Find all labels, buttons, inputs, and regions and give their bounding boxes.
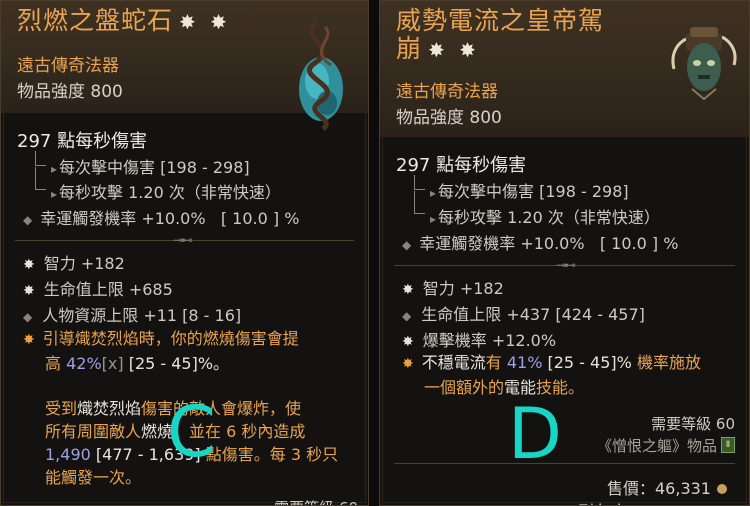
durability-partial: 耐久度：100/100 xyxy=(579,498,709,505)
item-image-mask-totem-icon xyxy=(671,27,737,101)
affix-text: 人物資源上限 +11 [8 - 16] xyxy=(42,306,242,325)
coin-icon xyxy=(717,484,727,494)
affix-row: ✸ 智力 +182 xyxy=(23,250,125,274)
sell-value: 售價：46,331 xyxy=(607,475,727,499)
star-bullet-icon: ✸ xyxy=(402,282,414,298)
aspect-text: 受到 xyxy=(45,399,78,418)
lucky-hit: ◆ 幸運觸發機率 +10.0% [ 10.0 ] % xyxy=(402,230,678,254)
affix-row: ✸ 智力 +182 xyxy=(402,275,504,299)
item-title: 烈燃之盤蛇石 ✸ ✸ xyxy=(17,7,288,36)
attacks-per-second-text: 每秒攻擊 1.20 次（非常快速） xyxy=(59,183,281,202)
aspect-range: [25 - 45]%。 xyxy=(123,354,230,373)
item-tooltip-c: 烈燃之盤蛇石 ✸ ✸ 遠古傳奇法器 物品強度 800 297 點每秒傷害 ▸ 每次擊… xyxy=(0,0,369,506)
item-power: 物品強度 800 xyxy=(396,108,502,128)
bullet-diamond-icon: ◆ xyxy=(402,238,412,252)
affix-row: ✸ 爆擊機率 +12.0% xyxy=(402,327,556,351)
item-name: 烈燃之盤蛇石 xyxy=(17,6,174,35)
affix-text: 生命值上限 +685 xyxy=(43,280,173,299)
aspect-text: 時，你的燃燒傷害會提 xyxy=(138,329,299,348)
star-bullet-icon: ✸ xyxy=(23,283,35,299)
aspect-text: 能觸發一次。 xyxy=(45,468,142,487)
divider xyxy=(394,463,735,464)
required-level: 需要等級 60 xyxy=(651,415,735,433)
aspect-text: 有 xyxy=(485,353,507,372)
lucky-hit: ◆ 幸運觸發機率 +10.0% [ 10.0 ] % xyxy=(23,205,299,229)
aspect-text: 一個額外的 xyxy=(424,378,505,397)
arrow-icon: ▸ xyxy=(51,162,58,176)
lucky-hit-range: [ 10.0 ] % xyxy=(599,234,679,253)
item-type: 遠古傳奇法器 xyxy=(396,82,498,102)
aspect-range: [25 - 45]% xyxy=(542,353,637,372)
affix-row: ◆ 生命值上限 +437 [424 - 457] xyxy=(402,301,645,325)
aspect-text: 所有周圍敵人 xyxy=(45,422,142,441)
affix-text: 爆擊機率 +12.0% xyxy=(422,331,557,350)
tree-line xyxy=(414,191,425,214)
aspect-text: 機率施放 xyxy=(636,353,701,372)
item-source: 《憎恨之軀》物品 xyxy=(596,437,717,455)
dps-value: 297 點每秒傷害 xyxy=(396,155,527,176)
bullet-diamond-icon: ◆ xyxy=(23,310,33,324)
affix-row: ◆ 人物資源上限 +11 [8 - 16] xyxy=(23,302,241,326)
aspect-value: 1,490 xyxy=(45,445,91,464)
aspect-skill: 熾焚烈焰 xyxy=(74,329,139,348)
tree-line xyxy=(35,151,46,166)
item-type: 遠古傳奇法器 xyxy=(17,56,119,76)
attacks-per-second-text: 每秒攻擊 1.20 次（非常快速） xyxy=(438,208,660,227)
attacks-per-second: ▸ 每秒攻擊 1.20 次（非常快速） xyxy=(51,179,281,203)
item-image-serpent-stone-icon xyxy=(299,20,343,131)
item-tooltip-d: 威勢電流之皇帝駕 崩 ✸ ✸ 遠古傳奇法器 物品強度 800 297 點每秒傷害 … xyxy=(379,0,750,506)
aspect-value: 41% xyxy=(506,353,543,372)
dps-value: 297 點每秒傷害 xyxy=(17,131,148,152)
sell-value-text: 售價：46,331 xyxy=(607,479,711,498)
arrow-icon: ▸ xyxy=(51,187,58,201)
item-name-line1: 威勢電流之皇帝駕 xyxy=(396,6,605,35)
required-level-partial: 需要等級 60 xyxy=(274,497,358,505)
aspect-text: 高 xyxy=(45,354,67,373)
divider-ornament-icon: ⊸⊷ xyxy=(556,258,576,272)
damage-per-hit-text: 每次擊中傷害 [198 - 298] xyxy=(59,158,250,177)
star-icon: ✸ ✸ xyxy=(179,10,231,34)
aspect-skill: 不穩電流 xyxy=(421,353,486,372)
aspect-text: 傷害的敵人會爆炸，使 xyxy=(141,399,302,418)
legendary-aspect: ✸ 引導熾焚烈焰時，你的燃燒傷害會提 高 42%[x] [25 - 45]%。 xyxy=(23,327,363,375)
damage-per-hit-text: 每次擊中傷害 [198 - 298] xyxy=(438,182,629,201)
attacks-per-second: ▸ 每秒攻擊 1.20 次（非常快速） xyxy=(430,204,660,228)
lucky-hit-range: [ 10.0 ] % xyxy=(220,209,300,228)
star-bullet-icon: ✸ xyxy=(23,257,35,273)
legendary-star-icon: ✸ xyxy=(23,332,35,348)
bullet-diamond-icon: ◆ xyxy=(402,309,412,323)
affix-row: ✸ 生命值上限 +685 xyxy=(23,276,173,300)
arrow-icon: ▸ xyxy=(430,186,437,200)
affix-text: 生命值上限 +437 [424 - 457] xyxy=(421,305,645,324)
damage-per-hit: ▸ 每次擊中傷害 [198 - 298] xyxy=(430,178,629,202)
star-bullet-icon: ✸ xyxy=(402,334,414,350)
aspect-text: 點傷害。每 3 秒只 xyxy=(205,445,339,464)
aspect-skill: 熾焚烈焰 xyxy=(77,399,142,418)
item-title: 威勢電流之皇帝駕 崩 ✸ ✸ xyxy=(396,7,675,64)
lucky-hit-text: 幸運觸發機率 +10.0% xyxy=(419,234,585,253)
affix-text: 智力 +182 xyxy=(422,279,504,298)
overlay-label: C xyxy=(167,391,216,473)
tree-line xyxy=(414,175,425,190)
damage-per-hit: ▸ 每次擊中傷害 [198 - 298] xyxy=(51,154,250,178)
aspect-keyword: 引導 xyxy=(42,329,75,348)
lucky-hit-text: 幸運觸發機率 +10.0% xyxy=(40,209,206,228)
aspect-value: 42% xyxy=(66,354,102,373)
item-name-line2: 崩 xyxy=(396,34,423,63)
star-icon: ✸ ✸ xyxy=(428,38,480,62)
affix-text: 智力 +182 xyxy=(43,254,125,273)
legendary-star-icon: ✸ xyxy=(402,356,414,372)
item-power: 物品強度 800 xyxy=(17,82,123,102)
arrow-icon: ▸ xyxy=(430,212,437,226)
aspect-multiplier: [x] xyxy=(101,354,124,373)
legendary-aspect: ✸ 不穩電流有 41% [25 - 45]% 機率施放 一個額外的電能技能。 xyxy=(402,351,742,399)
divider-ornament-icon: ⊸⊷ xyxy=(173,233,193,247)
tree-line xyxy=(35,167,46,190)
expansion-icon: Ⅱ xyxy=(721,437,735,453)
bullet-diamond-icon: ◆ xyxy=(23,213,33,227)
overlay-label: D xyxy=(508,393,562,475)
